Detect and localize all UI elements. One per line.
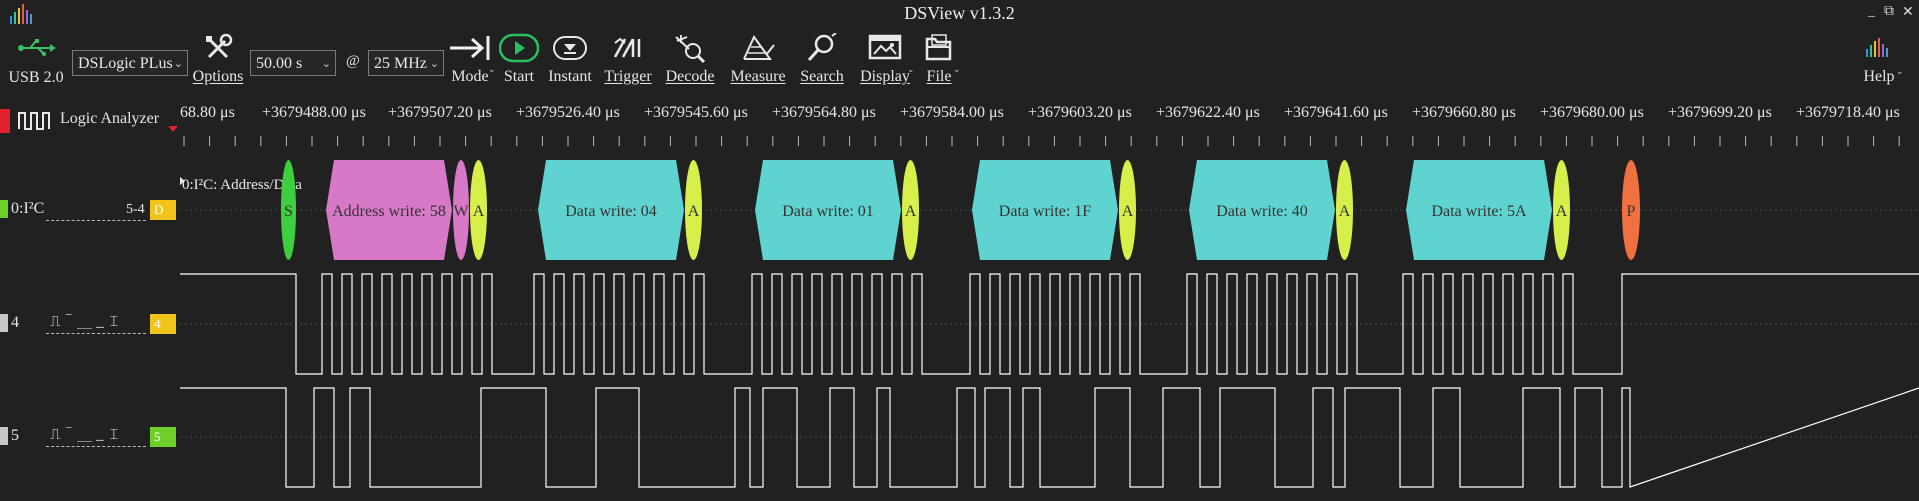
decoder-segment-label: W bbox=[453, 203, 469, 220]
decode-button[interactable]: Decode bbox=[662, 28, 718, 86]
usb-icon bbox=[6, 28, 66, 68]
decoder-segment-label: A bbox=[1556, 203, 1568, 220]
chevron-down-icon: ⌄ bbox=[1896, 66, 1904, 76]
trigger-label: Trigger bbox=[604, 68, 652, 85]
mode-indicator[interactable]: Logic Analyzer bbox=[0, 107, 178, 135]
instant-button[interactable]: Instant bbox=[544, 28, 596, 86]
mode-label-text: Logic Analyzer bbox=[60, 110, 160, 127]
single-capture-icon bbox=[544, 28, 596, 68]
ruler-label: +3679507.20 μs bbox=[388, 104, 492, 121]
chevron-down-icon: ⌄ bbox=[953, 64, 961, 74]
decoder-segment-label: Data write: 1F bbox=[999, 203, 1092, 220]
ruler-label: +3679699.20 μs bbox=[1668, 104, 1772, 121]
device-value: DSLogic PLus bbox=[78, 55, 173, 72]
time-ruler[interactable]: 68.80 μs +3679488.00 μs +3679507.20 μs +367… bbox=[180, 98, 1915, 148]
ruler-label: +3679660.80 μs bbox=[1412, 104, 1516, 121]
restore-button[interactable]: ⧉ bbox=[1884, 4, 1894, 20]
decoder-segment-label: P bbox=[1627, 203, 1636, 220]
ruler-label: +3679622.40 μs bbox=[1156, 104, 1260, 121]
chevron-down-icon: ⌄ bbox=[173, 58, 183, 70]
ruler-label: +3679641.60 μs bbox=[1284, 104, 1388, 121]
decoder-segment-label: A bbox=[1339, 203, 1351, 220]
help-bars-icon bbox=[1854, 28, 1904, 68]
channel-area: 0:I²C 5-4 D 0:I²C: Address/Data 4 ⎍ ‾ ⎽ … bbox=[0, 150, 1919, 501]
device-select[interactable]: DSLogic PLus ⌄ bbox=[72, 50, 188, 76]
window-title: DSView v1.3.2 bbox=[904, 3, 1015, 23]
decoder-segment-label: Data write: 5A bbox=[1431, 203, 1527, 220]
decoder-segment-label: A bbox=[473, 203, 485, 220]
chevron-down-icon: ⌄ bbox=[907, 64, 915, 74]
ruler-label: +3679545.60 μs bbox=[644, 104, 748, 121]
ruler-label: +3679584.00 μs bbox=[900, 104, 1004, 121]
search-icon bbox=[796, 28, 848, 68]
usb-label: USB 2.0 bbox=[8, 69, 64, 86]
annotation-arrow-icon bbox=[180, 177, 185, 185]
ruler-label: +3679718.40 μs bbox=[1796, 104, 1900, 121]
file-button[interactable]: File bbox=[920, 28, 958, 86]
square-wave-icon bbox=[18, 112, 50, 130]
start-button[interactable]: Start bbox=[494, 28, 544, 86]
mode-button[interactable]: Mode bbox=[446, 28, 494, 86]
main-toolbar: USB 2.0 DSLogic PLus ⌄ Options 50.00 s ⌄… bbox=[0, 28, 1919, 94]
samplerate-select[interactable]: 25 MHz ⌄ bbox=[368, 50, 444, 76]
mode-mark bbox=[0, 109, 10, 133]
duration-select[interactable]: 50.00 s ⌄ bbox=[250, 50, 336, 76]
decode-icon bbox=[662, 28, 718, 68]
waveform-view[interactable]: S Address write: 58 W A Data write: 04 A Data … bbox=[0, 150, 1919, 501]
minimize-button[interactable]: _ bbox=[1868, 4, 1875, 20]
mode-label: Mode bbox=[451, 68, 489, 85]
measure-icon bbox=[726, 28, 790, 68]
arrow-to-line-icon bbox=[446, 28, 494, 68]
folder-icon bbox=[920, 28, 958, 68]
duration-value: 50.00 s bbox=[256, 55, 303, 72]
options-label: Options bbox=[192, 68, 244, 85]
close-button[interactable]: ✕ bbox=[1902, 4, 1914, 21]
at-symbol: @ bbox=[346, 53, 360, 69]
measure-button[interactable]: Measure bbox=[726, 28, 790, 86]
decoder-segment-label: Address write: 58 bbox=[332, 203, 446, 220]
decoder-segment-label: A bbox=[905, 203, 917, 220]
ruler-label: +3679680.00 μs bbox=[1540, 104, 1644, 121]
wrench-screwdriver-icon bbox=[190, 28, 246, 68]
decoder-segment-label: S bbox=[284, 203, 293, 220]
decoder-segment-label: Data write: 40 bbox=[1216, 203, 1308, 220]
decode-label: Decode bbox=[665, 68, 715, 85]
chevron-down-icon: ⌄ bbox=[429, 58, 439, 70]
ruler-label: +3679488.00 μs bbox=[262, 104, 366, 121]
ruler-label: +3679564.80 μs bbox=[772, 104, 876, 121]
display-button[interactable]: Display bbox=[856, 28, 914, 86]
samplerate-value: 25 MHz bbox=[374, 55, 427, 72]
trigger-icon bbox=[600, 28, 656, 68]
ruler-label: +3679603.20 μs bbox=[1028, 104, 1132, 121]
ruler-label: 68.80 μs bbox=[180, 104, 235, 121]
decoder-segment-label: Data write: 01 bbox=[782, 203, 874, 220]
mode-dropdown-arrow-icon[interactable] bbox=[168, 126, 178, 132]
help-button[interactable]: Help bbox=[1854, 28, 1904, 86]
trigger-button[interactable]: Trigger bbox=[600, 28, 656, 86]
usb-status[interactable]: USB 2.0 bbox=[6, 28, 66, 87]
measure-label: Measure bbox=[730, 68, 786, 85]
play-circle-icon bbox=[494, 28, 544, 68]
decoder-segment-label: Data write: 04 bbox=[565, 203, 657, 220]
display-icon bbox=[856, 28, 914, 68]
ruler-label: +3679526.40 μs bbox=[516, 104, 620, 121]
display-label: Display bbox=[860, 68, 910, 85]
search-label: Search bbox=[800, 68, 844, 85]
start-label: Start bbox=[503, 68, 535, 85]
instant-label: Instant bbox=[548, 68, 592, 85]
ruler-ticks bbox=[183, 136, 1900, 146]
decoder-segment-label: A bbox=[688, 203, 700, 220]
search-button[interactable]: Search bbox=[796, 28, 848, 86]
chevron-down-icon: ⌄ bbox=[321, 58, 331, 70]
options-button[interactable]: Options bbox=[190, 28, 246, 86]
title-bar: DSView v1.3.2 _ ⧉ ✕ bbox=[0, 0, 1919, 28]
decoder-segment-label: A bbox=[1122, 203, 1134, 220]
